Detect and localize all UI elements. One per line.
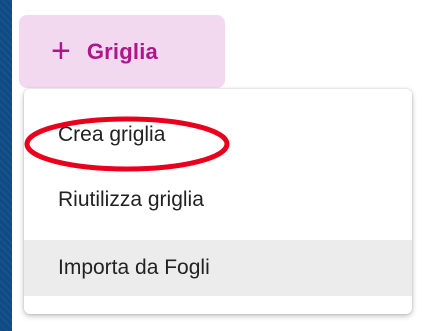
menu-item-label: Crea griglia	[58, 123, 166, 146]
add-grid-button-label: Griglia	[86, 38, 158, 64]
plus-icon: +	[51, 31, 71, 70]
menu-item-label: Importa da Fogli	[58, 256, 210, 279]
grid-dropdown-menu: Crea griglia Riutilizza griglia Importa …	[24, 89, 412, 314]
add-grid-button[interactable]: + Griglia	[19, 15, 225, 88]
menu-item-label: Riutilizza griglia	[58, 188, 204, 211]
menu-item-importa-da-fogli[interactable]: Importa da Fogli	[24, 240, 412, 296]
screenshot-canvas: + Griglia Crea griglia Riutilizza grigli…	[0, 0, 425, 331]
menu-item-riutilizza-griglia[interactable]: Riutilizza griglia	[24, 172, 412, 228]
menu-item-crea-griglia[interactable]: Crea griglia	[24, 107, 412, 163]
